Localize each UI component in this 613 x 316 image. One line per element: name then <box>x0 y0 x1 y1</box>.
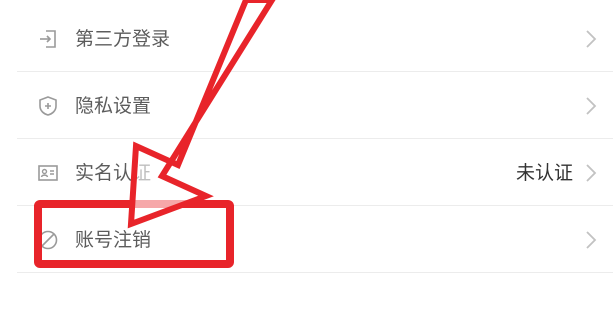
chevron-right-icon <box>585 230 597 250</box>
settings-item-account-cancellation[interactable]: 账号注销 <box>17 207 613 273</box>
chevron-right-icon <box>585 96 597 116</box>
settings-item-privacy[interactable]: 隐私设置 <box>17 73 613 139</box>
slash-circle-icon <box>37 229 59 251</box>
settings-item-label: 第三方登录 <box>75 28 171 50</box>
auth-status-value: 未认证 <box>515 162 573 184</box>
account-settings-screen: 第三方登录 隐私设置 实名认证 未认证 账号注销 <box>0 0 613 316</box>
settings-item-third-party-login[interactable]: 第三方登录 <box>17 6 613 72</box>
settings-item-label: 实名认证 <box>75 162 152 184</box>
settings-item-label: 账号注销 <box>75 229 152 251</box>
login-arrow-icon <box>37 28 59 50</box>
id-card-icon <box>37 162 59 184</box>
chevron-right-icon <box>585 29 597 49</box>
settings-item-real-name-auth[interactable]: 实名认证 未认证 <box>17 140 613 206</box>
shield-plus-icon <box>37 95 59 117</box>
chevron-right-icon <box>585 163 597 183</box>
settings-item-label: 隐私设置 <box>75 95 152 117</box>
